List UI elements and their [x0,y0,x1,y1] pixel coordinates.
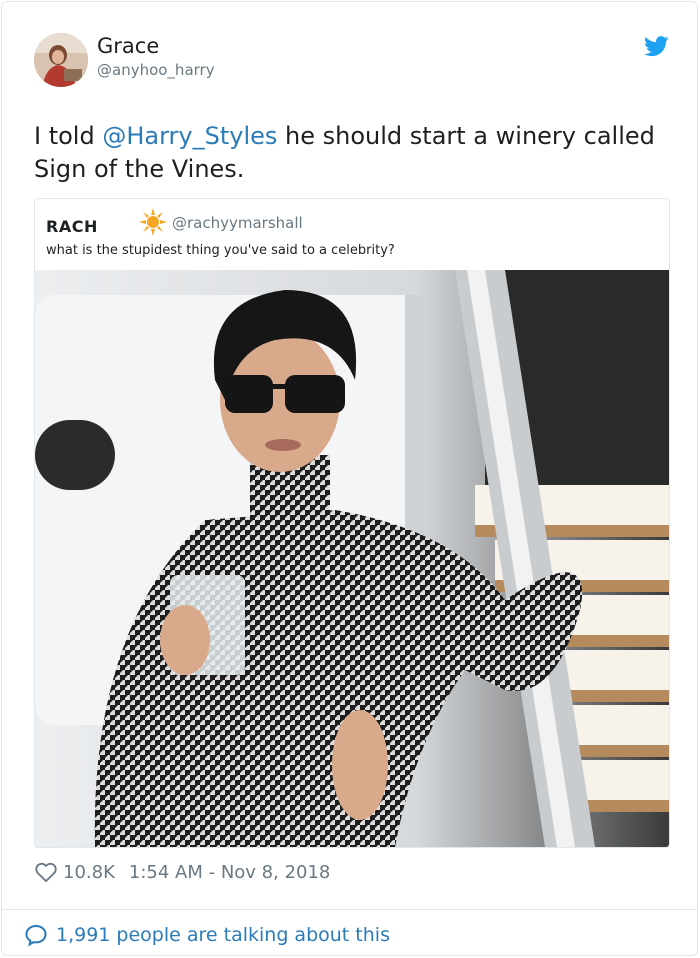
quoted-tweet[interactable]: RACH @rachyymarshall what is the stupide… [34,198,670,848]
like-count[interactable]: 10.8K [63,862,115,883]
author-handle[interactable]: @anyhoo_harry [97,61,215,79]
tweet-timestamp[interactable]: 1:54 AM - Nov 8, 2018 [129,862,330,883]
tweet-meta: 10.8K 1:54 AM - Nov 8, 2018 [35,859,330,885]
talking-link[interactable]: 1,991 people are talking about this [24,922,390,948]
quoted-author-handle[interactable]: @rachyymarshall [172,214,303,232]
twitter-bird-icon[interactable] [644,36,669,57]
tweet-photo[interactable] [35,270,669,847]
quoted-tweet-text: what is the stupidest thing you've said … [46,243,395,258]
speech-bubble-icon [25,924,47,947]
divider [2,909,697,910]
mention-link[interactable]: @Harry_Styles [102,122,277,150]
heart-icon[interactable] [35,862,57,882]
tweet-text-start: I told [34,122,103,150]
author-name[interactable]: Grace [97,34,159,58]
sun-emoji-icon [139,208,167,236]
talking-text[interactable]: 1,991 people are talking about this [56,924,390,946]
avatar[interactable] [34,33,88,87]
tweet-text: I told @Harry_Styles he should start a w… [34,120,674,186]
tweet-card: Grace @anyhoo_harry I told @Harry_Styles… [1,1,698,956]
quoted-author-name[interactable]: RACH [46,217,98,236]
